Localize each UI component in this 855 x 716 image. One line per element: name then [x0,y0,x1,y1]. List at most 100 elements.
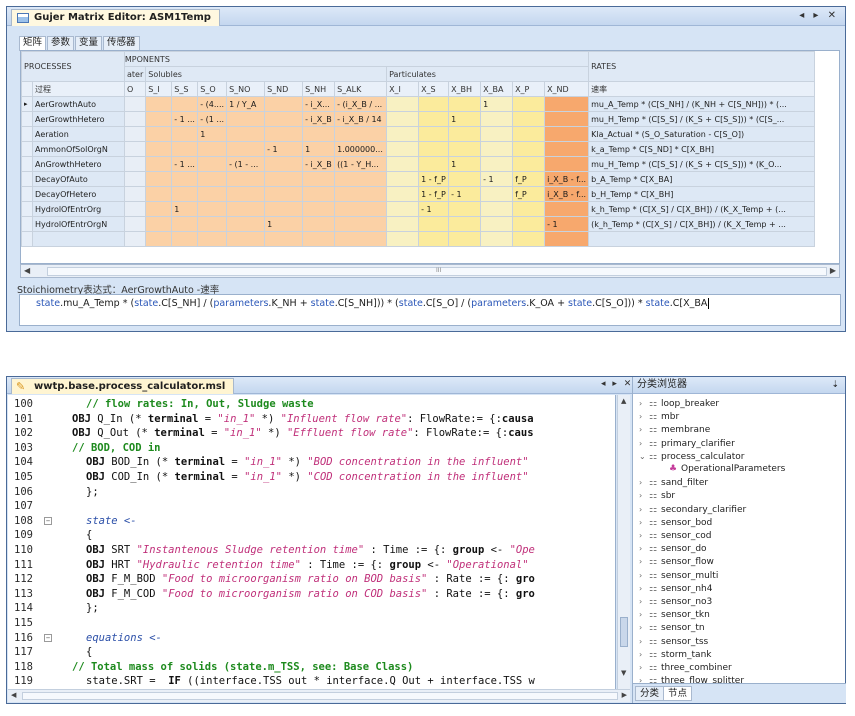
matrix-cell[interactable]: f_P [512,186,546,202]
matrix-cell[interactable] [264,186,304,202]
matrix-cell[interactable] [480,141,514,157]
tree-node[interactable]: › ⚏ storm_tank [639,648,712,661]
matrix-cell[interactable] [544,141,590,157]
chevron-right-icon[interactable]: › [639,476,649,489]
matrix-cell[interactable] [123,96,147,112]
chevron-right-icon[interactable]: › [639,503,649,516]
matrix-cell[interactable] [448,141,482,157]
scroll-right-icon[interactable]: ▶ [830,266,836,275]
tree-node[interactable]: › ⚏ sensor_multi [639,569,718,582]
tree-node[interactable]: › ⚏ membrane [639,423,710,436]
matrix-cell[interactable]: i_X_B - f... [544,171,590,187]
matrix-cell[interactable] [123,156,147,172]
class-tree[interactable]: › ⚏ loop_breaker › ⚏ mbr › ⚏ membrane › ⚏ primary_c… [633,395,846,683]
matrix-cell[interactable] [171,141,199,157]
matrix-cell[interactable] [480,126,514,142]
matrix-cell[interactable]: - 1 [544,216,590,232]
matrix-cell[interactable] [386,171,420,187]
code-horizontal-thumb[interactable] [22,692,618,700]
matrix-cell[interactable] [512,201,546,217]
chevron-right-icon[interactable]: › [639,661,649,674]
matrix-cell[interactable]: 1 [480,96,514,112]
matrix-cell[interactable]: - i_X_B / 14 [334,111,388,127]
matrix-cell[interactable]: 1 [448,111,482,127]
code-text-area[interactable]: 100// flow rates: In, Out, Sludge waste 1… [8,395,616,691]
tree-node[interactable]: › ⚏ sensor_tss [639,635,708,648]
matrix-cell[interactable] [171,126,199,142]
matrix-cell[interactable] [386,111,420,127]
code-line[interactable]: 102 OBJ Q_Out (* terminal = "in_1" *) "Ef… [8,426,615,441]
code-line[interactable]: 108 − state <- [8,514,615,529]
code-line[interactable]: 110 OBJ SRT "Instantenous Sludge retentio… [8,543,615,558]
matrix-cell[interactable] [123,171,147,187]
matrix-cell[interactable]: 1 [448,156,482,172]
matrix-cell[interactable] [302,216,336,232]
code-scroll-right-icon[interactable]: ▶ [622,691,627,699]
matrix-cell[interactable] [123,186,147,202]
tab-sensors[interactable]: 传感器 [103,36,140,50]
code-line[interactable]: 113 OBJ F_M_COD "Food to microorganism ra… [8,587,615,602]
tab-parameters[interactable]: 参数 [47,36,75,50]
code-line[interactable]: 112 OBJ F_M_BOD "Food to microorganism ra… [8,572,615,587]
vertical-scroll-thumb[interactable] [620,617,628,647]
table-row[interactable]: Aeration 1 Kla_Actual * (S_O_Saturation - … [21,126,816,142]
matrix-cell[interactable]: - 1 ... [171,156,199,172]
matrix-cell[interactable] [544,111,590,127]
code-line[interactable]: 101 OBJ Q_In (* terminal = "in_1" *) "Inf… [8,412,615,427]
tab-variables[interactable]: 变量 [75,36,103,50]
matrix-cell[interactable] [302,171,336,187]
matrix-cell[interactable] [226,216,266,232]
tree-node[interactable]: › ⚏ sbr [639,489,675,502]
chevron-right-icon[interactable]: › [639,397,649,410]
matrix-cell[interactable] [197,186,228,202]
matrix-horizontal-scrollbar[interactable]: ◀ III ▶ [20,264,840,278]
matrix-cell[interactable]: - i_X... [302,96,336,112]
tree-node[interactable]: › ⚏ sensor_bod [639,516,712,529]
code-line[interactable]: 117 { [8,645,615,660]
fold-toggle-icon[interactable]: − [44,516,52,525]
matrix-cell[interactable] [145,216,173,232]
matrix-cell[interactable] [386,156,420,172]
tree-node[interactable]: › ⚏ three_flow_splitter [639,674,744,683]
matrix-cell[interactable]: - 1 [448,186,482,202]
matrix-cell[interactable] [302,201,336,217]
matrix-cell[interactable] [386,201,420,217]
matrix-cell[interactable] [197,201,228,217]
window-controls[interactable]: ◂ ▸ ✕ [799,10,839,21]
matrix-cell[interactable] [145,111,173,127]
scroll-up-icon[interactable]: ▲ [621,397,626,405]
tree-node[interactable]: › ⚏ sensor_do [639,542,707,555]
matrix-cell[interactable] [226,141,266,157]
table-row[interactable]: HydrolOfEntrOrg 1 - 1 k_h_Temp * (C[X_S] / … [21,201,816,217]
matrix-cell[interactable] [334,216,388,232]
matrix-cell[interactable] [145,96,173,112]
chevron-down-icon[interactable]: ⌄ [639,450,649,463]
scroll-thumb[interactable]: III [47,267,827,276]
matrix-cell[interactable] [418,96,450,112]
code-line[interactable]: 109 { [8,528,615,543]
matrix-cell[interactable] [418,156,450,172]
matrix-cell[interactable] [512,126,546,142]
matrix-cell[interactable] [145,156,173,172]
fold-toggle-icon[interactable]: − [44,633,52,642]
tab-nodes[interactable]: 节点 [663,686,693,701]
matrix-cell[interactable] [448,126,482,142]
code-file-tab[interactable]: ✎ wwtp.base.process_calculator.msl [11,378,235,394]
chevron-right-icon[interactable]: › [639,648,649,661]
matrix-cell[interactable]: - (1 ... [197,111,228,127]
matrix-cell[interactable] [512,156,546,172]
matrix-cell[interactable] [512,141,546,157]
tree-node[interactable]: › ⚏ primary_clarifier [639,437,735,450]
matrix-cell[interactable]: - i_X_B [302,156,336,172]
tree-node[interactable]: › ⚏ three_combiner [639,661,732,674]
code-line[interactable]: 116 − equations <- [8,631,615,646]
matrix-cell[interactable] [480,216,514,232]
tree-node[interactable]: › ⚏ secondary_clarifier [639,503,746,516]
chevron-right-icon[interactable]: › [639,529,649,542]
tree-node[interactable]: ♣ OperationalParameters [659,463,785,476]
matrix-cell[interactable]: 1 [197,126,228,142]
matrix-cell[interactable]: ((1 - Y_H... [334,156,388,172]
chevron-right-icon[interactable]: › [639,595,649,608]
matrix-cell[interactable] [448,216,482,232]
matrix-cell[interactable] [386,96,420,112]
